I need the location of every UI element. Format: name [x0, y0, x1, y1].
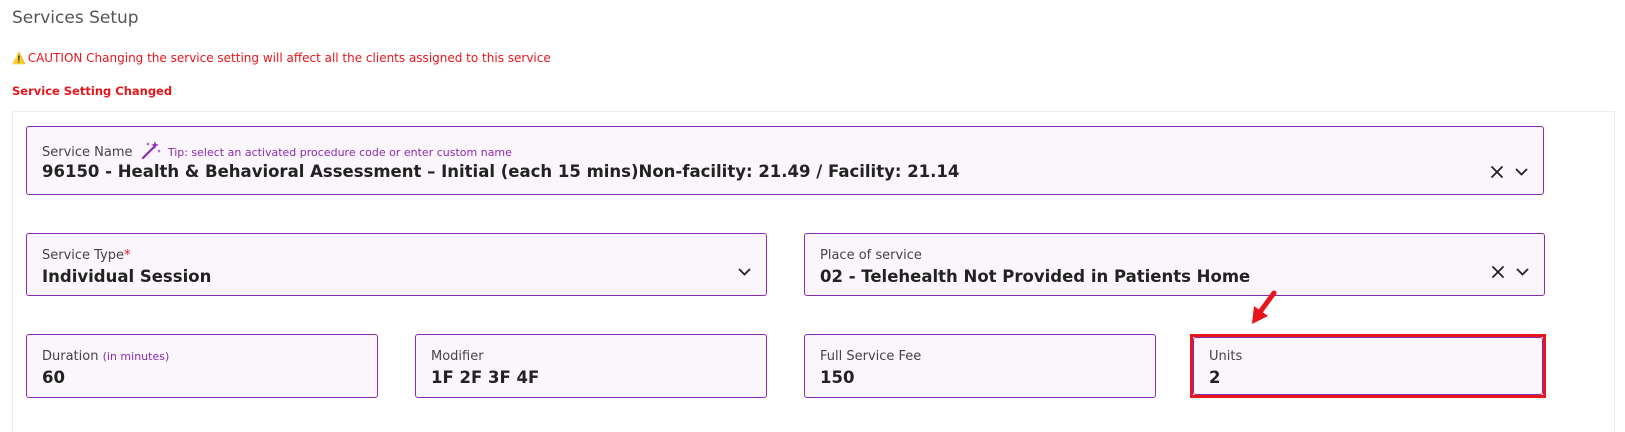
close-icon[interactable]	[1490, 264, 1506, 280]
caution-text: CAUTION Changing the service setting wil…	[27, 51, 551, 65]
service-name-label: Service Name	[42, 145, 133, 160]
close-icon[interactable]	[1489, 164, 1505, 180]
chevron-down-icon[interactable]	[1514, 264, 1530, 280]
place-of-service-label: Place of service	[820, 248, 922, 263]
full-service-fee-value: 150	[820, 368, 855, 387]
duration-value: 60	[42, 368, 65, 387]
units-highlight-box	[1190, 334, 1546, 398]
service-name-value: 96150 - Health & Behavioral Assessment –…	[42, 162, 960, 181]
place-of-service-select[interactable]: Place of service 02 - Telehealth Not Pro…	[804, 233, 1545, 296]
service-name-label-row: Service Name Tip: select an activated pr…	[42, 140, 512, 164]
service-type-value: Individual Session	[42, 267, 212, 286]
warning-icon: ⚠️	[12, 51, 26, 65]
page-title: Services Setup	[12, 8, 139, 28]
duration-label: Duration (in minutes)	[42, 349, 169, 364]
place-of-service-value: 02 - Telehealth Not Provided in Patients…	[820, 267, 1251, 286]
service-name-select[interactable]: Service Name Tip: select an activated pr…	[26, 126, 1544, 195]
red-arrow-annotation	[1250, 290, 1280, 330]
duration-label-text: Duration	[42, 349, 99, 364]
full-service-fee-label: Full Service Fee	[820, 349, 922, 364]
modifier-field[interactable]: Modifier 1F 2F 3F 4F	[415, 334, 767, 398]
service-changed-message: Service Setting Changed	[12, 84, 173, 98]
modifier-value: 1F 2F 3F 4F	[431, 368, 540, 387]
service-type-label-text: Service Type	[42, 248, 125, 263]
caution-message: ⚠️ CAUTION Changing the service setting …	[12, 51, 551, 65]
duration-field[interactable]: Duration (in minutes) 60	[26, 334, 378, 398]
service-type-select[interactable]: Service Type* Individual Session	[26, 233, 767, 296]
service-type-label: Service Type*	[42, 248, 131, 263]
full-service-fee-field[interactable]: Full Service Fee 150	[804, 334, 1156, 398]
duration-hint: (in minutes)	[102, 350, 170, 363]
chevron-down-icon[interactable]	[1513, 164, 1529, 180]
required-mark: *	[124, 248, 131, 263]
chevron-down-icon[interactable]	[736, 264, 752, 280]
modifier-label: Modifier	[431, 349, 484, 364]
service-name-tip: Tip: select an activated procedure code …	[167, 146, 512, 159]
magic-wand-icon	[140, 140, 162, 164]
